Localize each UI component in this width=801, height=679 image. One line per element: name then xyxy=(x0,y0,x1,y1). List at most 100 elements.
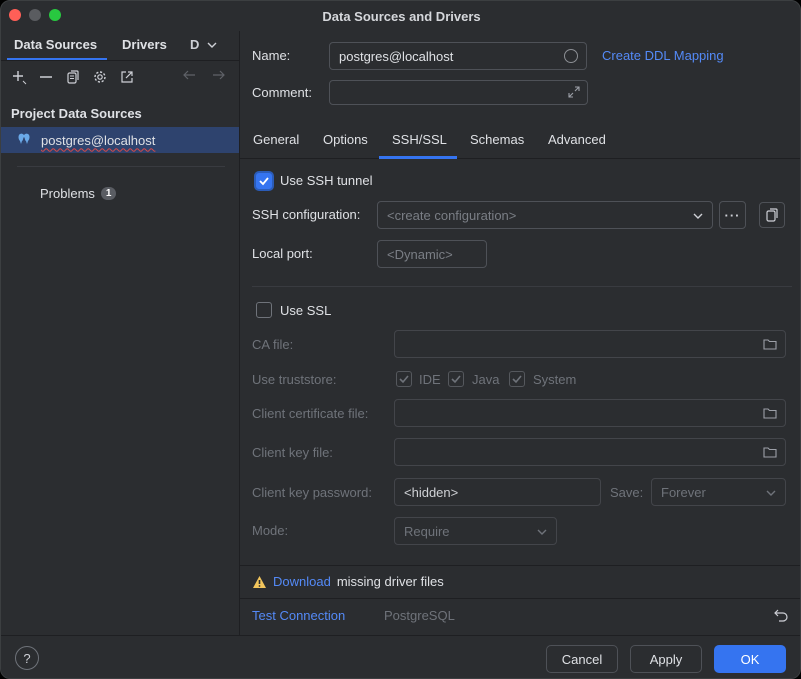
back-arrow-icon[interactable] xyxy=(181,67,197,83)
ssh-configuration-select[interactable]: <create configuration> xyxy=(377,201,713,229)
bottom-divider xyxy=(240,565,800,566)
use-ssl-checkbox[interactable] xyxy=(256,302,272,318)
test-connection-link[interactable]: Test Connection xyxy=(252,608,345,623)
client-key-password-input[interactable]: <hidden> xyxy=(394,478,601,506)
create-ddl-mapping-link[interactable]: Create DDL Mapping xyxy=(602,48,724,63)
settings-icon[interactable] xyxy=(92,69,108,85)
mode-select-value: Require xyxy=(404,523,450,539)
name-input[interactable]: postgres@localhost xyxy=(329,42,587,70)
copy-configuration-button[interactable] xyxy=(759,202,785,228)
copy-icon[interactable] xyxy=(65,69,81,85)
truststore-system-label: System xyxy=(533,372,577,387)
driver-warning: Download missing driver files xyxy=(252,574,444,589)
local-port-input[interactable]: <Dynamic> xyxy=(377,240,487,268)
ca-file-input[interactable] xyxy=(394,330,786,358)
truststore-java-checkbox[interactable] xyxy=(448,371,464,387)
jump-to-icon[interactable] xyxy=(119,69,135,85)
dialog-window: Data Sources and Drivers Data Sources Dr… xyxy=(0,0,801,679)
checkmark-icon xyxy=(512,375,522,384)
folder-icon[interactable] xyxy=(763,337,777,354)
add-icon[interactable] xyxy=(11,69,27,85)
left-tabs: Data Sources Drivers D xyxy=(1,31,240,61)
chevron-down-icon xyxy=(692,210,704,225)
data-source-label: postgres@localhost xyxy=(41,132,156,148)
section-divider xyxy=(252,286,792,287)
tab-advanced[interactable]: Advanced xyxy=(548,132,606,147)
comment-input[interactable] xyxy=(329,80,588,105)
bottom-divider-2 xyxy=(240,598,800,599)
truststore-system-checkbox[interactable] xyxy=(509,371,525,387)
chevron-down-icon xyxy=(536,526,548,541)
active-tab-indicator xyxy=(379,156,457,159)
minimize-window-button[interactable] xyxy=(29,9,41,21)
left-divider xyxy=(17,166,225,167)
dialog-footer: ? Cancel Apply OK xyxy=(1,635,800,678)
copy-icon xyxy=(766,208,778,222)
use-ssh-tunnel-label: Use SSH tunnel xyxy=(280,173,373,188)
help-icon: ? xyxy=(23,650,31,666)
client-certificate-label: Client certificate file: xyxy=(252,406,369,421)
postgresql-icon xyxy=(17,132,31,149)
project-data-sources-heading: Project Data Sources xyxy=(11,106,142,121)
save-select[interactable]: Forever xyxy=(651,478,786,506)
local-port-placeholder: <Dynamic> xyxy=(387,246,453,262)
ssh-configuration-browse-button[interactable]: ··· xyxy=(719,201,746,229)
right-panel: Name: postgres@localhost Create DDL Mapp… xyxy=(240,31,800,635)
remove-icon[interactable] xyxy=(38,69,54,85)
data-source-item-postgres[interactable]: postgres@localhost xyxy=(1,127,239,153)
folder-icon[interactable] xyxy=(763,445,777,462)
folder-icon[interactable] xyxy=(763,406,777,423)
ok-button[interactable]: OK xyxy=(714,645,786,673)
forward-arrow-icon[interactable] xyxy=(211,67,227,83)
tabs-divider xyxy=(1,60,240,61)
title-bar: Data Sources and Drivers xyxy=(1,1,800,31)
tab-schemas[interactable]: Schemas xyxy=(470,132,524,147)
color-circle-icon[interactable] xyxy=(564,49,578,63)
ca-file-label: CA file: xyxy=(252,337,294,352)
tab-overflow[interactable]: D xyxy=(190,37,199,52)
ssh-configuration-placeholder: <create configuration> xyxy=(387,207,517,223)
download-driver-link[interactable]: Download xyxy=(273,574,331,589)
save-label: Save: xyxy=(610,485,644,500)
truststore-ide-checkbox[interactable] xyxy=(396,371,412,387)
local-port-label: Local port: xyxy=(252,246,313,261)
cancel-button[interactable]: Cancel xyxy=(546,645,618,673)
warning-icon xyxy=(253,575,266,588)
comment-label: Comment: xyxy=(252,85,312,100)
maximize-window-button[interactable] xyxy=(49,9,61,21)
mode-select[interactable]: Require xyxy=(394,517,557,545)
checkmark-icon xyxy=(399,375,409,384)
client-key-password-value: <hidden> xyxy=(404,484,459,500)
use-ssh-tunnel-checkbox[interactable] xyxy=(256,173,272,189)
history-navigation xyxy=(181,67,227,83)
connection-bar: Download missing driver files Test Conne… xyxy=(240,565,800,635)
tab-drivers[interactable]: Drivers xyxy=(122,37,167,52)
tab-options[interactable]: Options xyxy=(323,132,368,147)
apply-button[interactable]: Apply xyxy=(630,645,702,673)
revert-icon[interactable] xyxy=(774,608,788,625)
client-key-file-label: Client key file: xyxy=(252,445,333,460)
problems-item[interactable]: Problems 1 xyxy=(40,186,117,201)
checkmark-icon xyxy=(259,177,269,186)
client-key-file-input[interactable] xyxy=(394,438,786,466)
driver-name: PostgreSQL xyxy=(384,608,455,623)
tab-general[interactable]: General xyxy=(253,132,299,147)
chevron-down-icon xyxy=(765,487,777,502)
truststore-java-label: Java xyxy=(472,372,500,387)
client-certificate-input[interactable] xyxy=(394,399,786,427)
help-button[interactable]: ? xyxy=(15,646,39,670)
chevron-down-icon[interactable] xyxy=(206,39,218,54)
close-window-button[interactable] xyxy=(9,9,21,21)
ellipsis-icon: ··· xyxy=(724,207,741,223)
checkmark-icon xyxy=(451,375,461,384)
problems-label: Problems xyxy=(40,186,95,201)
tab-ssh-ssl[interactable]: SSH/SSL xyxy=(392,132,447,147)
use-ssl-label: Use SSL xyxy=(280,303,332,318)
expand-icon[interactable] xyxy=(567,85,581,102)
truststore-ide-label: IDE xyxy=(419,372,441,387)
client-key-password-label: Client key password: xyxy=(252,485,372,500)
left-panel: Data Sources Drivers D Project Data Sour… xyxy=(1,31,240,635)
tab-data-sources[interactable]: Data Sources xyxy=(14,37,97,52)
driver-warning-text: missing driver files xyxy=(336,574,444,589)
window-title: Data Sources and Drivers xyxy=(322,8,481,24)
